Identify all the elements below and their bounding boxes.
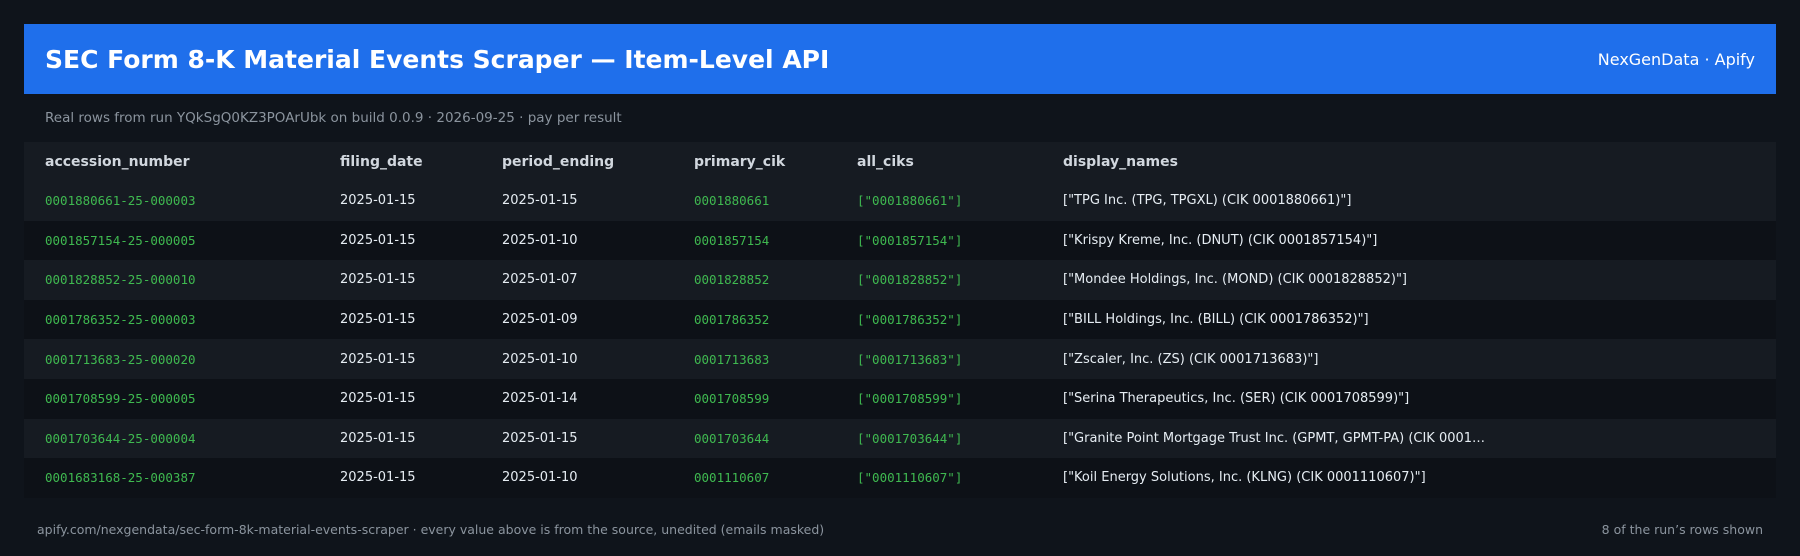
display-names-cell: ["Granite Point Mortgage Trust Inc. (GPM… — [1042, 418, 1776, 459]
all-ciks-cell: ["0001713683"] — [836, 339, 1042, 379]
accession-number-cell: 0001857154-25-000005 — [24, 220, 319, 261]
all-ciks-cell: ["0001828852"] — [836, 260, 1042, 300]
primary-cik-cell: 0001708599 — [673, 378, 836, 419]
results-table-container: accession_number filing_date period_endi… — [24, 142, 1776, 498]
column-header-primary-cik: primary_cik — [673, 142, 836, 181]
display-names-cell: ["Serina Therapeutics, Inc. (SER) (CIK 0… — [1042, 378, 1776, 419]
period-ending-cell: 2025-01-10 — [481, 458, 673, 498]
accession-number-cell: 0001880661-25-000003 — [24, 181, 319, 221]
display-names-cell: ["BILL Holdings, Inc. (BILL) (CIK 000178… — [1042, 299, 1776, 340]
accession-number-cell: 0001786352-25-000003 — [24, 299, 319, 340]
results-table: accession_number filing_date period_endi… — [24, 142, 1776, 498]
primary-cik-cell: 0001828852 — [673, 260, 836, 300]
filing-date-cell: 2025-01-15 — [319, 220, 481, 261]
display-names-cell: ["Krispy Kreme, Inc. (DNUT) (CIK 0001857… — [1042, 220, 1776, 261]
filing-date-cell: 2025-01-15 — [319, 458, 481, 498]
display-names-cell: ["TPG Inc. (TPG, TPGXL) (CIK 0001880661)… — [1042, 181, 1776, 221]
table-row: 0001786352-25-000003 2025-01-15 2025-01-09… — [24, 299, 1776, 340]
column-header-period-ending: period_ending — [481, 142, 673, 181]
all-ciks-cell: ["0001857154"] — [836, 220, 1042, 261]
page: SEC Form 8-K Material Events Scraper — I… — [0, 0, 1800, 556]
accession-number-cell: 0001713683-25-000020 — [24, 339, 319, 379]
display-names-cell: ["Zscaler, Inc. (ZS) (CIK 0001713683)"] — [1042, 339, 1776, 379]
accession-number-cell: 0001683168-25-000387 — [24, 458, 319, 498]
primary-cik-cell: 0001880661 — [673, 181, 836, 221]
period-ending-cell: 2025-01-10 — [481, 339, 673, 379]
filing-date-cell: 2025-01-15 — [319, 260, 481, 300]
column-header-filing-date: filing_date — [319, 142, 481, 181]
primary-cik-cell: 0001110607 — [673, 458, 836, 498]
primary-cik-cell: 0001786352 — [673, 299, 836, 340]
filing-date-cell: 2025-01-15 — [319, 181, 481, 221]
display-names-cell: ["Koil Energy Solutions, Inc. (KLNG) (CI… — [1042, 458, 1776, 498]
all-ciks-cell: ["0001880661"] — [836, 181, 1042, 221]
primary-cik-cell: 0001857154 — [673, 220, 836, 261]
table-body: 0001880661-25-000003 2025-01-15 2025-01-15… — [24, 181, 1776, 498]
period-ending-cell: 2025-01-07 — [481, 260, 673, 300]
all-ciks-cell: ["0001786352"] — [836, 299, 1042, 340]
table-row: 0001828852-25-000010 2025-01-15 2025-01-07… — [24, 260, 1776, 300]
table-row: 0001880661-25-000003 2025-01-15 2025-01-15… — [24, 181, 1776, 221]
footer: apify.com/nexgendata/sec-form-8k-materia… — [37, 522, 1763, 537]
footer-row-count: 8 of the run’s rows shown — [1601, 522, 1763, 537]
accession-number-cell: 0001703644-25-000004 — [24, 418, 319, 459]
table-row: 0001703644-25-000004 2025-01-15 2025-01-15… — [24, 418, 1776, 459]
filing-date-cell: 2025-01-15 — [319, 299, 481, 340]
period-ending-cell: 2025-01-15 — [481, 418, 673, 459]
period-ending-cell: 2025-01-09 — [481, 299, 673, 340]
all-ciks-cell: ["0001110607"] — [836, 458, 1042, 498]
accession-number-cell: 0001828852-25-000010 — [24, 260, 319, 300]
primary-cik-cell: 0001713683 — [673, 339, 836, 379]
period-ending-cell: 2025-01-10 — [481, 220, 673, 261]
period-ending-cell: 2025-01-14 — [481, 378, 673, 419]
column-header-display-names: display_names — [1042, 142, 1776, 181]
filing-date-cell: 2025-01-15 — [319, 378, 481, 419]
table-row: 0001857154-25-000005 2025-01-15 2025-01-10… — [24, 220, 1776, 261]
page-title: SEC Form 8-K Material Events Scraper — I… — [45, 44, 830, 74]
table-header-row: accession_number filing_date period_endi… — [24, 142, 1776, 181]
filing-date-cell: 2025-01-15 — [319, 418, 481, 459]
filing-date-cell: 2025-01-15 — [319, 339, 481, 379]
brand-label: NexGenData · Apify — [1597, 49, 1755, 69]
accession-number-cell: 0001708599-25-000005 — [24, 378, 319, 419]
footer-source-note: apify.com/nexgendata/sec-form-8k-materia… — [37, 522, 825, 537]
all-ciks-cell: ["0001708599"] — [836, 378, 1042, 419]
table-row: 0001683168-25-000387 2025-01-15 2025-01-10… — [24, 458, 1776, 498]
header-bar: SEC Form 8-K Material Events Scraper — I… — [24, 24, 1776, 94]
primary-cik-cell: 0001703644 — [673, 418, 836, 459]
display-names-cell: ["Mondee Holdings, Inc. (MOND) (CIK 0001… — [1042, 260, 1776, 300]
all-ciks-cell: ["0001703644"] — [836, 418, 1042, 459]
table-row: 0001713683-25-000020 2025-01-15 2025-01-10… — [24, 339, 1776, 379]
column-header-all-ciks: all_ciks — [836, 142, 1042, 181]
period-ending-cell: 2025-01-15 — [481, 181, 673, 221]
table-row: 0001708599-25-000005 2025-01-15 2025-01-14… — [24, 378, 1776, 419]
column-header-accession-number: accession_number — [24, 142, 319, 181]
run-info-subtitle: Real rows from run YQkSgQ0KZ3POArUbk on … — [45, 110, 622, 126]
